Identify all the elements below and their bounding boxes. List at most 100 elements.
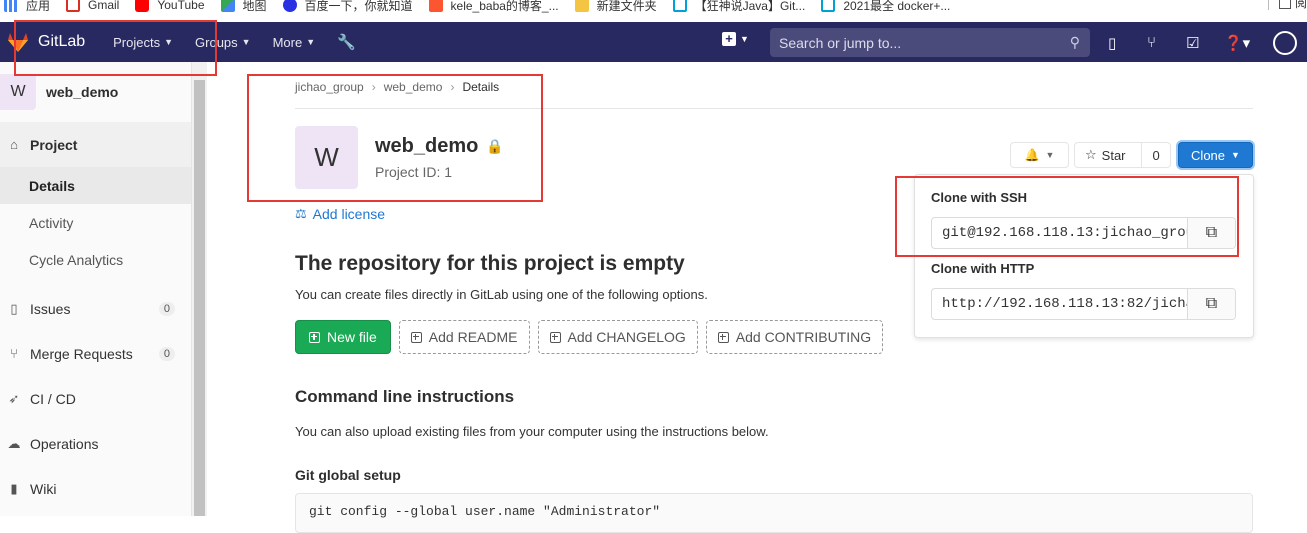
reading-list-icon (1278, 0, 1291, 9)
sidebar-item-wiki[interactable]: ▮ Wiki (0, 466, 191, 511)
issues-icon: ▯ (10, 300, 18, 316)
bilibili-icon (821, 0, 836, 12)
search-bar: ⚲ (770, 28, 1090, 57)
sidebar-item-cicd[interactable]: ➶ CI / CD (0, 376, 191, 421)
chevron-down-icon: ▼ (241, 37, 251, 47)
new-file-button[interactable]: New file (295, 320, 391, 354)
sidebar-subitem-details[interactable]: Details (0, 167, 191, 204)
clone-http-field: ⧉ (931, 288, 1236, 320)
bookmark-label: Gmail (88, 0, 120, 12)
bookmark-label: 地图 (242, 0, 267, 13)
sidebar-subitem-label: Activity (29, 214, 74, 231)
chevron-down-icon: ▼ (1231, 150, 1240, 160)
scale-icon: ⚖ (295, 206, 307, 221)
todo-check-icon[interactable]: ☑ (1186, 34, 1199, 52)
sidebar-item-label: Issues (30, 300, 71, 317)
sidebar-scrollbar[interactable] (192, 62, 207, 516)
bookmark-label: 【狂神说Java】Git... (694, 0, 806, 13)
issues-nav-icon[interactable]: ▯ (1108, 34, 1116, 52)
add-contributing-button[interactable]: Add CONTRIBUTING (705, 320, 884, 354)
add-changelog-button[interactable]: Add CHANGELOG (537, 320, 698, 354)
mr-count-badge: 0 (158, 346, 175, 361)
code-block[interactable]: git config --global user.name "Administr… (295, 493, 1253, 533)
add-license-label: Add license (312, 206, 386, 222)
clone-http-label: Clone with HTTP (931, 261, 1035, 276)
bookmark-apps[interactable]: 应用 (4, 0, 50, 14)
cli-section-title: Command line instructions (295, 387, 515, 406)
plus-square-icon (410, 331, 422, 343)
new-dropdown[interactable]: + ▼ (722, 32, 749, 46)
sidebar-item-label: Wiki (30, 480, 57, 497)
star-label: Star (1101, 147, 1126, 163)
clone-http-input[interactable] (932, 296, 1188, 312)
nav-more-label: More (272, 34, 303, 50)
notification-dropdown[interactable]: 🔔 ▼ (1010, 142, 1069, 168)
clone-label: Clone (1191, 147, 1226, 163)
bookmark-csdn[interactable]: kele_baba的博客_... (428, 0, 559, 14)
git-global-setup-heading: Git global setup (295, 467, 401, 483)
empty-repo-title: The repository for this project is empty (295, 252, 685, 275)
bilibili-icon (672, 0, 687, 12)
help-icon[interactable]: ❓▾ (1224, 34, 1250, 52)
sidebar-subitem-label: Cycle Analytics (29, 251, 124, 268)
admin-wrench-icon[interactable]: 🔧 (337, 33, 356, 51)
bookmark-bilibili-git[interactable]: 【狂神说Java】Git... (672, 0, 806, 14)
sidebar-item-issues[interactable]: ▯ Issues 0 (0, 286, 191, 331)
bookmark-bilibili-docker[interactable]: 2021最全 docker+... (821, 0, 950, 14)
bell-icon: 🔔 (1024, 148, 1040, 162)
copy-http-button[interactable]: ⧉ (1187, 289, 1235, 319)
plus-square-icon (717, 331, 729, 343)
star-button[interactable]: ☆ Star 0 (1074, 142, 1171, 168)
sidebar-item-operations[interactable]: ☁ Operations (0, 421, 191, 466)
clone-dropdown-button[interactable]: Clone ▼ (1178, 142, 1253, 168)
book-icon: ▮ (10, 480, 18, 496)
reading-list-label: 阅 (1294, 0, 1307, 10)
sidebar-item-project[interactable]: ⌂ Project (0, 122, 191, 167)
nav-more-dropdown[interactable]: More ▼ (273, 35, 316, 50)
add-readme-label: Add README (428, 329, 518, 345)
sidebar-item-merge-requests[interactable]: ⑂ Merge Requests 0 (0, 331, 191, 376)
bookmark-baidu[interactable]: 百度一下，你就知道 (282, 0, 413, 14)
plus-square-icon (549, 331, 561, 343)
search-input[interactable] (779, 34, 1059, 51)
apps-grid-icon (4, 0, 18, 12)
bookmark-label: 2021最全 docker+... (843, 0, 951, 13)
empty-repo-actions: New file Add README Add CHANGELOG Add CO… (295, 320, 891, 354)
bookmark-maps[interactable]: 地图 (220, 0, 267, 14)
chevron-down-icon: ▼ (1045, 150, 1055, 160)
add-changelog-label: Add CHANGELOG (567, 329, 686, 345)
gmail-icon (66, 0, 81, 12)
merge-request-nav-icon[interactable]: ⑂ (1147, 34, 1156, 51)
star-count[interactable]: 0 (1142, 148, 1170, 163)
add-readme-button[interactable]: Add README (398, 320, 530, 354)
cloud-gear-icon: ☁ (7, 435, 21, 451)
new-file-label: New file (327, 329, 377, 345)
rocket-icon: ➶ (8, 390, 20, 406)
empty-repo-description: You can create files directly in GitLab … (295, 287, 708, 302)
plus-icon: + (722, 32, 736, 46)
annotation-box (247, 74, 543, 202)
annotation-box (14, 20, 217, 76)
copy-icon: ⧉ (1205, 295, 1218, 312)
sidebar-item-label: Operations (30, 435, 99, 452)
bookmark-label: 百度一下，你就知道 (304, 0, 413, 13)
baidu-icon (282, 0, 297, 12)
project-avatar: W (0, 74, 36, 110)
star-icon: ☆ (1085, 147, 1097, 162)
bookmark-folder[interactable]: 新建文件夹 (574, 0, 657, 14)
sidebar-subitem-cycle-analytics[interactable]: Cycle Analytics (0, 241, 191, 278)
sidebar-subitem-activity[interactable]: Activity (0, 204, 191, 241)
bookmark-label: YouTube (157, 0, 205, 12)
add-license-link[interactable]: ⚖ Add license (295, 206, 385, 222)
bookmark-youtube[interactable]: YouTube (135, 0, 205, 12)
reading-list[interactable]: 阅 (1267, 0, 1307, 11)
bookmark-label: kele_baba的博客_... (450, 0, 559, 13)
bookmark-label: 应用 (26, 0, 51, 13)
scrollbar-thumb[interactable] (194, 80, 205, 516)
star-button-label-wrap: ☆ Star (1075, 143, 1143, 167)
home-icon: ⌂ (10, 137, 18, 152)
chevron-down-icon: ▼ (740, 34, 749, 44)
user-avatar[interactable] (1273, 31, 1297, 55)
bookmark-gmail[interactable]: Gmail (66, 0, 119, 12)
divider (1267, 0, 1269, 10)
